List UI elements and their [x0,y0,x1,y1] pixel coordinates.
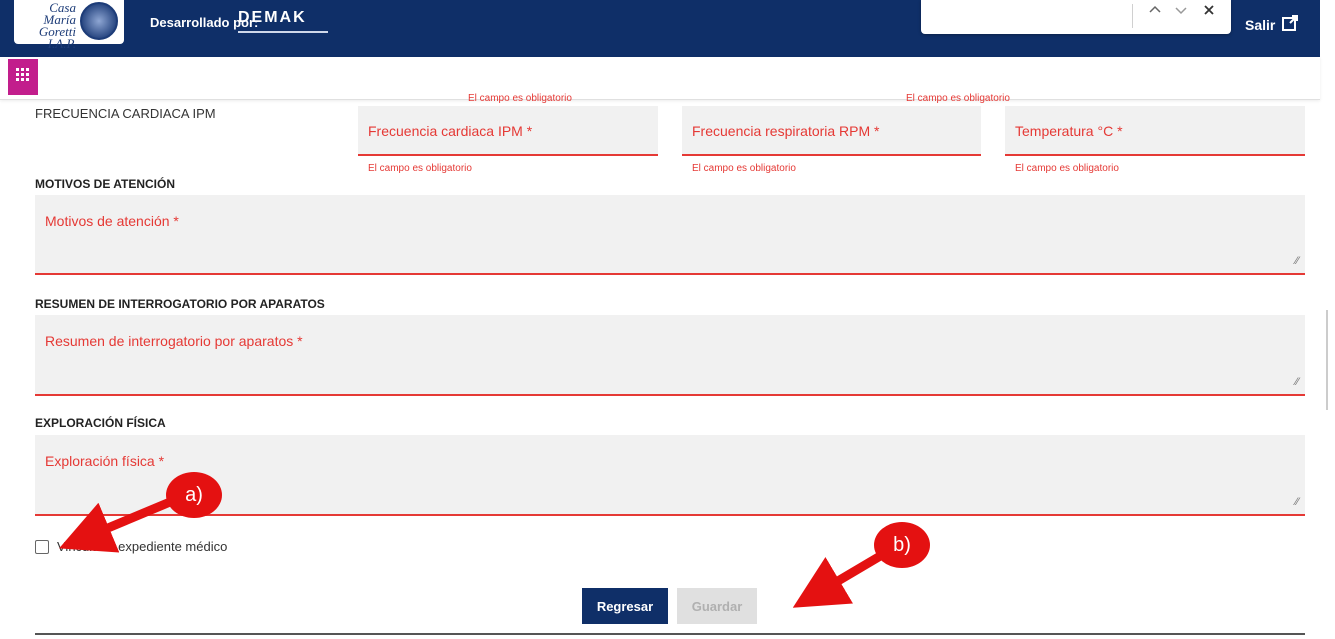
logo-text: Casa María Goretti I.A.P. [38,0,76,51]
link-medical-record-checkbox[interactable] [35,539,49,554]
top-navbar: Casa María Goretti I.A.P. Desarrollado p… [0,0,1320,57]
heart-rate-input[interactable]: Frecuencia cardiaca IPM * [358,106,658,156]
find-bar[interactable] [921,0,1231,34]
respiratory-rate-error: El campo es obligatorio [692,163,796,174]
annotation-callout-a: a) [166,472,222,518]
resumen-textarea[interactable]: Resumen de interrogatorio por aparatos *… [35,315,1305,396]
temperature-label: Temperatura °C * [1015,123,1123,139]
hidden-error-message: El campo es obligatorio [468,93,572,104]
find-bar-divider [1132,4,1133,28]
exploracion-textarea[interactable]: Exploración física * ⁄⁄ [35,435,1305,516]
respiratory-rate-label: Frecuencia respiratoria RPM * [692,123,880,139]
logo: Casa María Goretti I.A.P. [14,0,124,50]
heart-rate-error: El campo es obligatorio [368,163,472,174]
motivos-textarea[interactable]: Motivos de atención * ⁄⁄ [35,195,1305,275]
motivos-placeholder: Motivos de atención * [45,213,179,229]
exploracion-section-title: EXPLORACIÓN FÍSICA [35,416,166,430]
back-button[interactable]: Regresar [582,588,668,624]
link-medical-record-label: Vincular a expediente médico [57,539,228,554]
temperature-input[interactable]: Temperatura °C * [1005,106,1305,156]
external-link-icon [1281,14,1299,35]
save-button-disabled: Guardar [677,588,757,624]
hidden-error-message: El campo es obligatorio [906,93,1010,104]
resize-handle-icon[interactable]: ⁄⁄ [1295,376,1299,388]
apps-menu-button[interactable] [8,59,38,95]
resize-handle-icon[interactable]: ⁄⁄ [1295,255,1299,267]
respiratory-rate-input[interactable]: Frecuencia respiratoria RPM * [682,106,981,156]
temperature-error: El campo es obligatorio [1015,163,1119,174]
resumen-placeholder: Resumen de interrogatorio por aparatos * [45,333,303,349]
resize-handle-icon[interactable]: ⁄⁄ [1295,496,1299,508]
arrow-b [792,548,890,608]
link-medical-record-checkbox-row[interactable]: Vincular a expediente médico [35,539,227,554]
logout-button[interactable]: Salir [1245,14,1299,35]
logout-label: Salir [1245,16,1276,33]
brand-underline [238,31,328,33]
apps-grid-icon [16,67,30,87]
chevron-up-icon[interactable] [1147,2,1163,23]
close-icon[interactable] [1201,2,1217,23]
heart-rate-section-label: FRECUENCIA CARDIACA IPM [35,106,216,121]
brand-logo: DEMAK [238,9,307,26]
motivos-section-title: MOTIVOS DE ATENCIÓN [35,177,176,191]
exploracion-placeholder: Exploración física * [45,453,165,469]
annotation-callout-b: b) [874,522,930,568]
heart-rate-label: Frecuencia cardiaca IPM * [368,123,533,139]
scrollbar-track[interactable] [1326,310,1328,410]
logo-seal-icon [80,2,118,40]
bottom-divider [35,633,1305,635]
sub-toolbar [0,57,1320,100]
resumen-section-title: RESUMEN DE INTERROGATORIO POR APARATOS [35,297,325,311]
chevron-down-icon[interactable] [1173,2,1189,23]
